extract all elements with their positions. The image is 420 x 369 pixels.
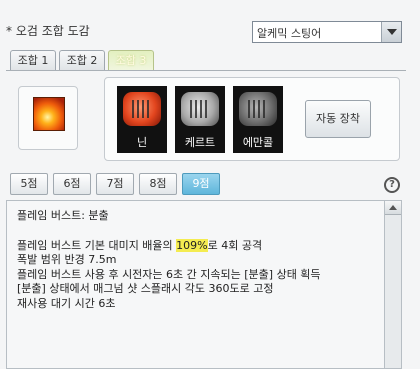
gem-slot-2[interactable]: 케르트 [175, 86, 225, 153]
damage-highlight: 109% [176, 238, 208, 252]
flame-burst-skill-icon [33, 97, 65, 131]
tab-combo-1[interactable]: 조합 1 [10, 50, 56, 71]
chevron-down-icon[interactable] [381, 22, 401, 42]
page-title: * 오검 조합 도감 [6, 24, 90, 38]
level-button-5[interactable]: 5점 [10, 173, 48, 195]
auto-equip-button[interactable]: 자동 장착 [305, 100, 371, 138]
weapon-select-value: 알케믹 스팅어 [257, 27, 322, 40]
red-gem-icon [123, 92, 161, 126]
level-button-9[interactable]: 9점 [182, 173, 220, 195]
dark-gem-icon [239, 92, 277, 126]
level-button-6[interactable]: 6점 [53, 173, 91, 195]
gem-slot-label: 닌 [136, 136, 148, 149]
gem-slot-3[interactable]: 에만콜 [233, 86, 283, 153]
gem-slot-1[interactable]: 닌 [117, 86, 167, 153]
help-icon[interactable]: ? [384, 177, 400, 193]
description-scrollbar[interactable] [384, 200, 402, 369]
gem-slot-label: 케르트 [184, 136, 216, 149]
tab-combo-3[interactable]: 조합 3 [108, 50, 154, 71]
description-line: 플레임 버스트 기본 대미지 배율의 109%로 4회 공격 [17, 238, 263, 252]
description-box: 플레임 버스트: 분출 플레임 버스트 기본 대미지 배율의 109%로 4회 … [6, 200, 384, 369]
description-line: 폭발 범위 반경 7.5m [17, 253, 117, 266]
gem-slot-label: 에만콜 [242, 136, 274, 149]
tab-combo-2[interactable]: 조합 2 [59, 50, 105, 71]
tab-divider [6, 70, 406, 71]
gem-combo-panel: 닌 케르트 에만콜 자동 장착 [104, 77, 400, 161]
description-title: 플레임 버스트: 분출 [17, 209, 109, 222]
description-line: 재사용 대기 시간 6초 [17, 296, 116, 310]
scroll-up-icon[interactable] [385, 201, 401, 215]
skill-icon-panel [18, 86, 78, 150]
weapon-select[interactable]: 알케믹 스팅어 [252, 21, 402, 43]
description-line: [분출] 상태에서 매그넘 샷 스플래시 각도 360도로 고정 [17, 282, 274, 295]
level-button-8[interactable]: 8점 [139, 173, 177, 195]
level-button-7[interactable]: 7점 [96, 173, 134, 195]
description-line: 플레임 버스트 사용 후 시전자는 6초 간 지속되는 [분출] 상태 획득 [17, 267, 321, 281]
grey-gem-icon [181, 92, 219, 126]
